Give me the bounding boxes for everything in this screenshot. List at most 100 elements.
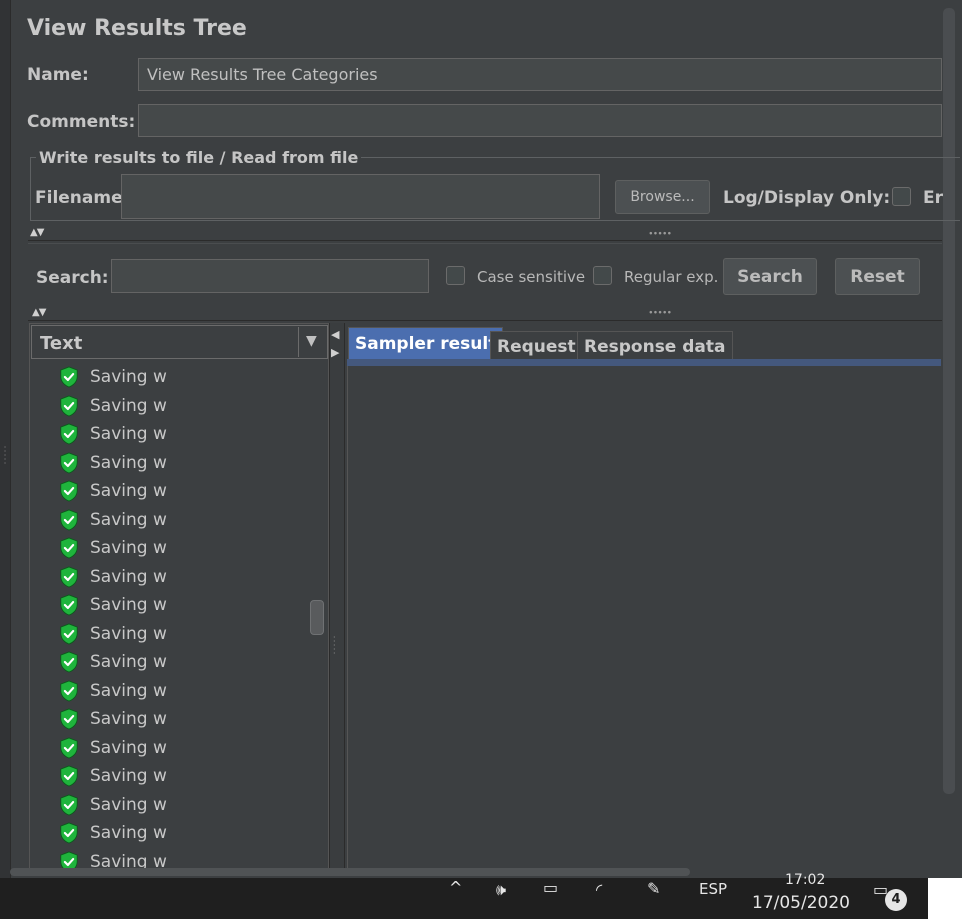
language-indicator[interactable]: ESP (699, 880, 727, 898)
comments-label: Comments: (27, 112, 136, 132)
reset-button[interactable]: Reset (835, 258, 920, 295)
tree-item[interactable]: Saving w (58, 734, 167, 762)
tree-item[interactable]: Saving w (58, 363, 167, 391)
renderer-select-value: Text (40, 333, 83, 354)
tree-item-label: Saving w (90, 566, 167, 587)
split-pane-divider[interactable] (329, 323, 345, 875)
tree-item[interactable]: Saving w (58, 534, 167, 562)
name-label: Name: (27, 65, 89, 85)
search-label: Search: (36, 268, 109, 288)
splitter-grip-icon[interactable]: · · · · · (333, 634, 336, 658)
tree-item[interactable]: Saving w (58, 819, 167, 847)
collapse-arrows-icon[interactable]: ▲▼ (32, 307, 46, 318)
taskbar-edge (928, 878, 962, 919)
success-shield-icon (60, 822, 78, 844)
tree-item[interactable]: Saving w (58, 677, 167, 705)
tree-scrollbar-thumb[interactable] (310, 600, 324, 635)
tree-item[interactable]: Saving w (58, 591, 167, 619)
tree-item[interactable]: Saving w (58, 648, 167, 676)
battery-icon[interactable]: ▭ (543, 878, 558, 897)
tree-item-label: Saving w (90, 623, 167, 644)
regular-exp-label: Regular exp. (624, 268, 719, 286)
tree-item[interactable]: Saving w (58, 791, 167, 819)
tree-item-label: Saving w (90, 367, 167, 387)
wifi-icon[interactable]: ◜ (596, 880, 602, 899)
pen-icon[interactable]: ✎ (647, 879, 660, 898)
success-shield-icon (60, 394, 78, 417)
search-input-value (112, 260, 428, 272)
tree-item[interactable]: Saving w (58, 420, 167, 448)
tree-item-label: Saving w (90, 595, 167, 615)
notification-badge: 4 (885, 889, 907, 911)
tab-request[interactable]: Request (490, 331, 583, 359)
tree-item-label: Saving w (90, 481, 167, 501)
divider (298, 327, 299, 357)
expand-right-icon[interactable]: ▶ (331, 346, 339, 359)
clock-date[interactable]: 17/05/2020 (752, 893, 850, 913)
success-shield-icon (60, 622, 78, 645)
tree-item[interactable]: Saving w (58, 762, 167, 790)
name-field[interactable]: View Results Tree Categories (138, 58, 942, 91)
success-shield-icon (60, 736, 78, 759)
comments-field[interactable] (138, 104, 942, 137)
tree-item-label: Saving w (90, 680, 167, 701)
tree-item[interactable]: Saving w (58, 705, 167, 733)
file-section-legend: Write results to file / Read from file (36, 148, 362, 167)
tree-item-label: Saving w (90, 509, 167, 530)
tree-item-label: Saving w (90, 766, 167, 786)
tree-item[interactable]: Saving w (58, 392, 167, 420)
clock-time[interactable]: 17:02 (785, 872, 825, 888)
success-shield-icon (60, 651, 78, 673)
case-sensitive-label: Case sensitive (477, 268, 586, 286)
search-button[interactable]: Search (723, 258, 817, 295)
tree-item-label: Saving w (90, 395, 167, 416)
tree-item-label: Saving w (90, 424, 167, 444)
tree-item-label: Saving w (90, 452, 167, 473)
success-shield-icon (60, 594, 78, 616)
case-sensitive-checkbox[interactable] (446, 266, 465, 285)
success-shield-icon (60, 366, 78, 388)
success-shield-icon (60, 708, 78, 730)
expand-left-icon[interactable]: ◀ (331, 328, 339, 341)
chevron-up-icon[interactable]: ^ (449, 878, 462, 897)
tree-item[interactable]: Saving w (58, 620, 167, 648)
panel-title: View Results Tree (27, 16, 247, 41)
tree-item[interactable]: Saving w (58, 563, 167, 591)
errors-checkbox[interactable] (892, 187, 911, 206)
name-field-value: View Results Tree Categories (147, 65, 378, 84)
main-vertical-scrollbar[interactable] (943, 8, 955, 794)
success-shield-icon (60, 480, 78, 502)
success-shield-icon (60, 765, 78, 787)
tab-underline (347, 359, 941, 366)
tree-item[interactable]: Saving w (58, 477, 167, 505)
tab-response-data[interactable]: Response data (577, 331, 733, 359)
regular-exp-checkbox[interactable] (593, 266, 612, 285)
collapse-arrows-icon[interactable]: ▲▼ (30, 227, 44, 238)
horizontal-scrollbar[interactable] (10, 868, 690, 876)
tree-item-label: Saving w (90, 823, 167, 843)
tree-item[interactable]: Saving w (58, 506, 167, 534)
tree-item-label: Saving w (90, 737, 167, 758)
success-shield-icon (60, 537, 78, 559)
speaker-icon[interactable]: 🕪 (496, 880, 506, 900)
left-gutter (0, 0, 11, 878)
success-shield-icon (60, 451, 78, 474)
tree-item[interactable]: Saving w (58, 449, 167, 477)
log-display-only-label: Log/Display Only: (723, 188, 891, 208)
browse-button[interactable]: Browse... (615, 180, 710, 214)
tab-sampler-result[interactable]: Sampler result (348, 327, 504, 359)
success-shield-icon (60, 423, 78, 445)
chevron-down-icon[interactable]: ▼ (306, 333, 317, 349)
tree-item-label: Saving w (90, 794, 167, 815)
divider (28, 240, 942, 241)
search-input[interactable] (111, 259, 429, 293)
left-resize-grip[interactable]: · · · · · (2, 444, 8, 470)
filename-field-value (122, 175, 599, 187)
success-shield-icon (60, 679, 78, 702)
filename-field[interactable] (121, 174, 600, 219)
divider (28, 243, 942, 244)
splitter-grip-icon[interactable]: ∙∙∙∙∙ (648, 229, 672, 239)
comments-field-value (139, 105, 941, 117)
splitter-grip-icon[interactable]: ∙∙∙∙∙ (648, 308, 672, 318)
success-shield-icon (60, 793, 78, 816)
